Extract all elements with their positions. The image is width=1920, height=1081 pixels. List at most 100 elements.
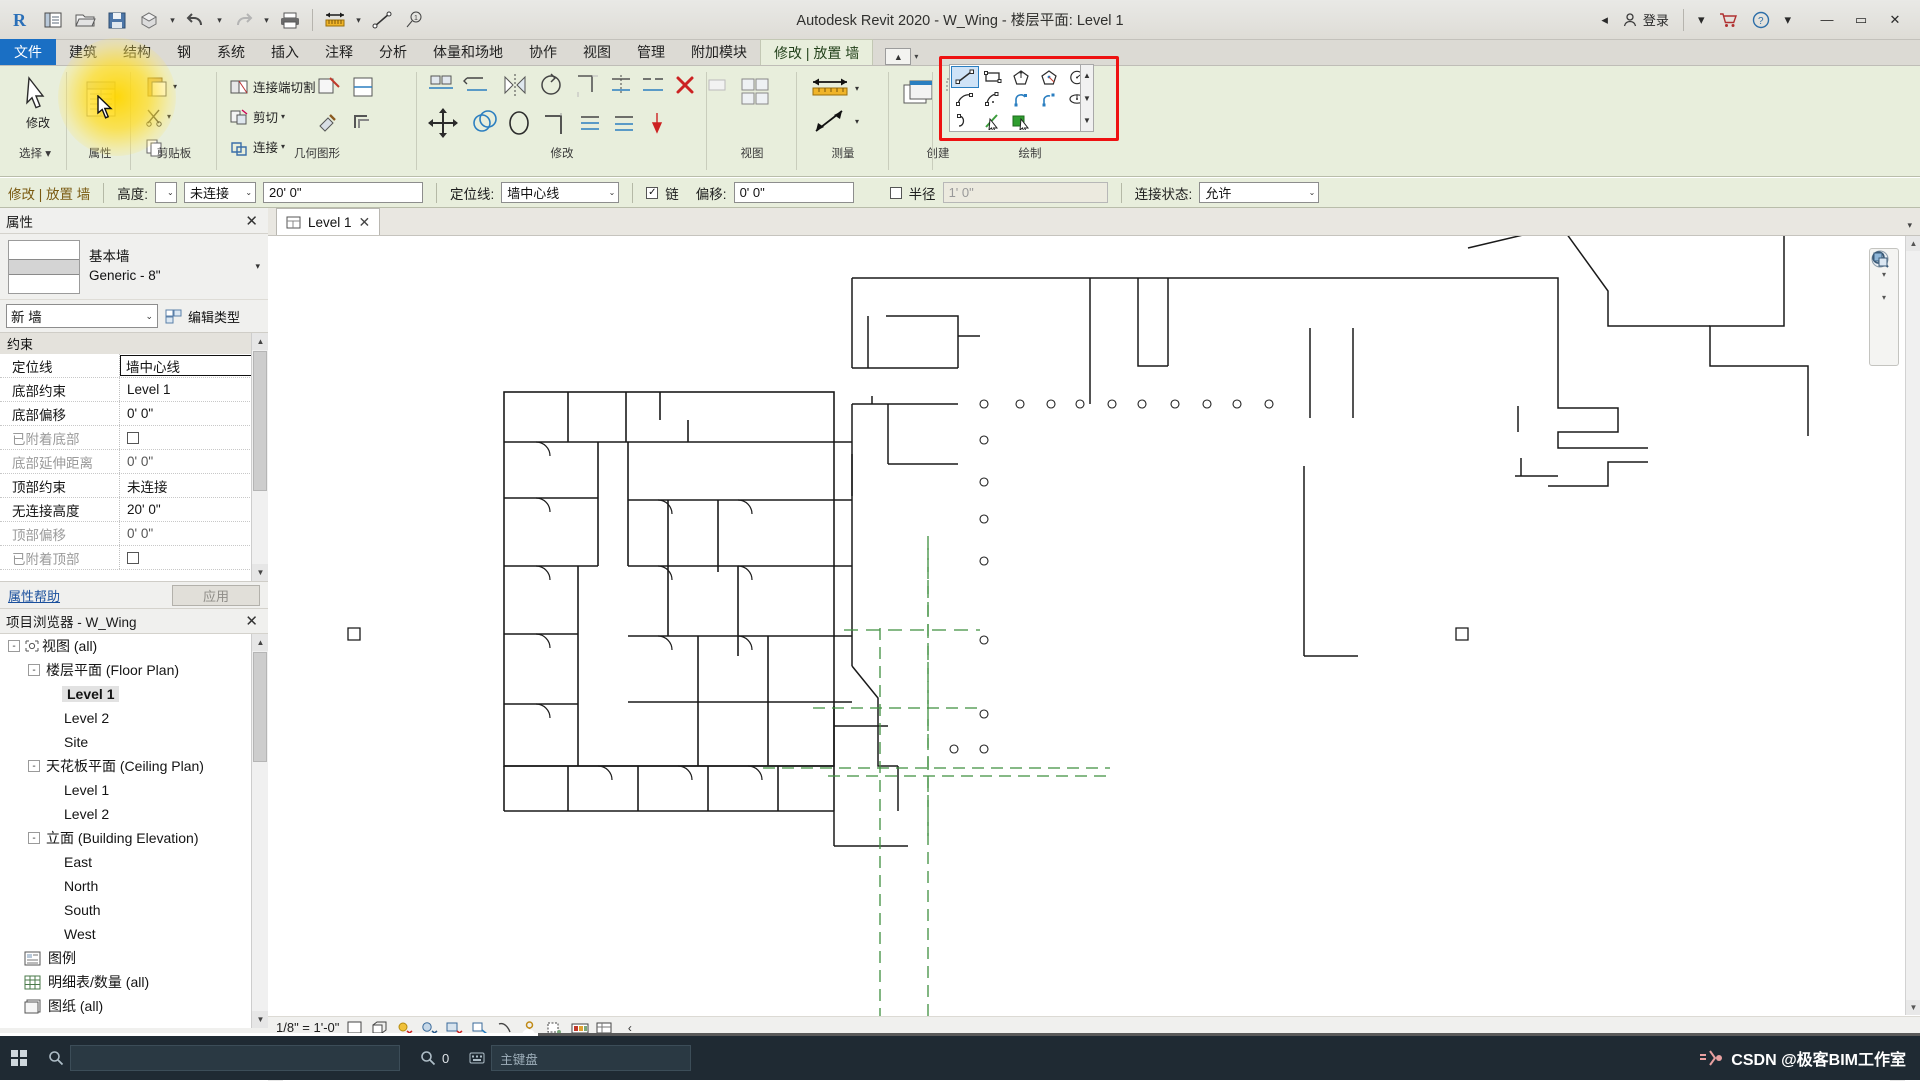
tab-architecture[interactable]: 建筑 — [56, 39, 110, 65]
property-grid-scrollbar[interactable]: ▲ ▼ — [251, 333, 268, 581]
title-dropdown-icon[interactable]: ▾ — [1693, 9, 1710, 31]
cart-icon[interactable] — [1713, 8, 1743, 32]
new-element-dropdown-icon[interactable]: ⌄ — [145, 311, 153, 322]
property-value[interactable]: 0' 0" — [120, 402, 268, 425]
expander-icon[interactable]: - — [28, 760, 40, 772]
sign-in-button[interactable]: 登录 — [1617, 7, 1674, 32]
offset-input[interactable]: 0' 0" — [734, 182, 854, 203]
taskbar-search-input[interactable] — [70, 1045, 400, 1071]
measure-icon[interactable] — [320, 5, 350, 35]
height-mode-select[interactable]: ⌄ — [155, 182, 177, 203]
tab-systems[interactable]: 系统 — [204, 39, 258, 65]
align-icon[interactable] — [426, 72, 456, 98]
locate-line-select[interactable]: 墙中心线⌄ — [501, 182, 619, 203]
tree-node-floorplan-level-2[interactable]: Level 2 — [0, 706, 268, 730]
app-menu-icon[interactable]: R — [6, 5, 36, 35]
property-row-base-constraint[interactable]: 底部约束 Level 1 — [0, 378, 268, 402]
save-as-icon[interactable] — [134, 5, 164, 35]
base-attached-checkbox[interactable] — [127, 432, 139, 444]
wall-joins-icon[interactable] — [349, 108, 379, 136]
help-dropdown-icon[interactable]: ▾ — [1779, 9, 1796, 31]
top-attached-checkbox[interactable] — [127, 552, 139, 564]
split-element-icon[interactable] — [608, 72, 634, 98]
property-row-top-offset[interactable]: 顶部偏移 0' 0" — [0, 522, 268, 546]
redo-dropdown-icon[interactable]: ▾ — [260, 6, 273, 34]
tab-addins[interactable]: 附加模块 — [678, 39, 760, 65]
tree-node-views[interactable]: - 视图 (all) — [0, 634, 268, 658]
cut-dropdown-icon[interactable]: ▾ — [167, 112, 171, 121]
ribbon-collapse-button[interactable]: ▲ — [885, 48, 911, 65]
tree-node-ceiling-plan[interactable]: - 天花板平面 (Ceiling Plan) — [0, 754, 268, 778]
array-icon[interactable] — [576, 109, 604, 137]
height-level-select[interactable]: 未连接⌄ — [184, 182, 256, 203]
tree-node-floorplan-site[interactable]: Site — [0, 730, 268, 754]
undo-icon[interactable] — [181, 5, 211, 35]
properties-button[interactable] — [72, 78, 128, 122]
demolish-icon[interactable] — [314, 74, 344, 102]
view-tab-level-1[interactable]: Level 1 ✕ — [276, 208, 380, 235]
tab-massing-site[interactable]: 体量和场地 — [420, 39, 516, 65]
property-scroll-thumb[interactable] — [253, 351, 267, 491]
tree-node-elevation-south[interactable]: South — [0, 898, 268, 922]
ribbon-collapse-dropdown-icon[interactable]: ▾ — [914, 52, 918, 61]
tab-manage[interactable]: 管理 — [624, 39, 678, 65]
split-with-gap-icon[interactable] — [640, 72, 666, 98]
canvas-scroll-up[interactable]: ▲ — [1906, 236, 1920, 251]
taskbar-ime[interactable]: 主键盘 — [459, 1036, 701, 1080]
property-row-base-extension-distance[interactable]: 底部延伸距离 0' 0" — [0, 450, 268, 474]
property-row-location-line[interactable]: 定位线 墙中心线 — [0, 354, 268, 378]
join-status-select[interactable]: 允许⌄ — [1199, 182, 1319, 203]
tree-node-elevation-west[interactable]: West — [0, 922, 268, 946]
paste-button[interactable]: ▾ — [144, 72, 212, 101]
tree-node-sheets[interactable]: 图纸 (all) — [0, 994, 268, 1018]
paint-icon[interactable] — [314, 108, 344, 136]
property-row-top-constraint[interactable]: 顶部约束 未连接 — [0, 474, 268, 498]
property-value[interactable] — [120, 546, 268, 569]
undo-dropdown-icon[interactable]: ▾ — [213, 6, 226, 34]
property-row-unconnected-height[interactable]: 无连接高度 20' 0" — [0, 498, 268, 522]
new-project-icon[interactable] — [38, 5, 68, 35]
pin-icon[interactable] — [644, 110, 670, 136]
project-browser-scrollbar[interactable]: ▲ ▼ — [251, 634, 268, 1028]
rotate-icon[interactable] — [536, 72, 566, 98]
move-icon[interactable] — [426, 106, 460, 140]
property-value[interactable]: Level 1 — [120, 378, 268, 401]
rotate2-icon[interactable] — [504, 108, 534, 138]
maximize-button[interactable]: ▭ — [1844, 6, 1878, 34]
trim-extend-corner-icon[interactable] — [572, 72, 602, 98]
drawing-canvas[interactable]: ▾ ▾ — [268, 236, 1920, 1034]
trim-corner-icon[interactable] — [540, 108, 570, 138]
modify-button[interactable]: 修改 — [6, 74, 70, 131]
measure-dropdown-icon[interactable]: ▾ — [352, 6, 365, 34]
print-icon[interactable] — [275, 5, 305, 35]
height-value-input[interactable]: 20' 0" — [263, 182, 423, 203]
taskbar-ime-value[interactable]: 主键盘 — [491, 1045, 691, 1071]
view-tabs-dropdown-icon[interactable]: ▾ — [1907, 220, 1920, 235]
property-row-top-attached[interactable]: 已附着顶部 — [0, 546, 268, 570]
redo-icon[interactable] — [228, 5, 258, 35]
apply-button[interactable]: 应用 — [172, 585, 260, 606]
open-icon[interactable] — [70, 5, 100, 35]
expander-icon[interactable]: - — [28, 664, 40, 676]
property-value[interactable]: 墙中心线 — [120, 355, 262, 376]
copy-move-icon[interactable] — [466, 108, 498, 138]
taskbar-zoom-indicator[interactable]: 0 — [410, 1036, 459, 1080]
tree-node-ceiling-level-2[interactable]: Level 2 — [0, 802, 268, 826]
tab-structure[interactable]: 结构 — [110, 39, 164, 65]
property-value[interactable]: 0' 0" — [120, 522, 268, 545]
tab-analyze[interactable]: 分析 — [366, 39, 420, 65]
tab-file[interactable]: 文件 — [0, 39, 56, 65]
pan-dropdown-icon[interactable]: ▾ — [1882, 293, 1886, 302]
tab-annotate[interactable]: 注释 — [312, 39, 366, 65]
navigation-bar[interactable]: ▾ ▾ — [1869, 248, 1899, 366]
new-element-select[interactable]: 新 墙 ⌄ — [6, 304, 158, 328]
taskbar-search[interactable] — [38, 1036, 410, 1080]
tag-icon[interactable]: 1 — [399, 5, 429, 35]
tree-node-floor-plan[interactable]: - 楼层平面 (Floor Plan) — [0, 658, 268, 682]
cut-geometry-dropdown-icon[interactable]: ▾ — [281, 112, 285, 121]
mirror-pick-axis-icon[interactable] — [500, 72, 530, 98]
property-value[interactable]: 20' 0" — [120, 498, 268, 521]
search-nav-left-icon[interactable]: ◂ — [1596, 9, 1613, 31]
start-button[interactable] — [0, 1036, 38, 1080]
tab-insert[interactable]: 插入 — [258, 39, 312, 65]
